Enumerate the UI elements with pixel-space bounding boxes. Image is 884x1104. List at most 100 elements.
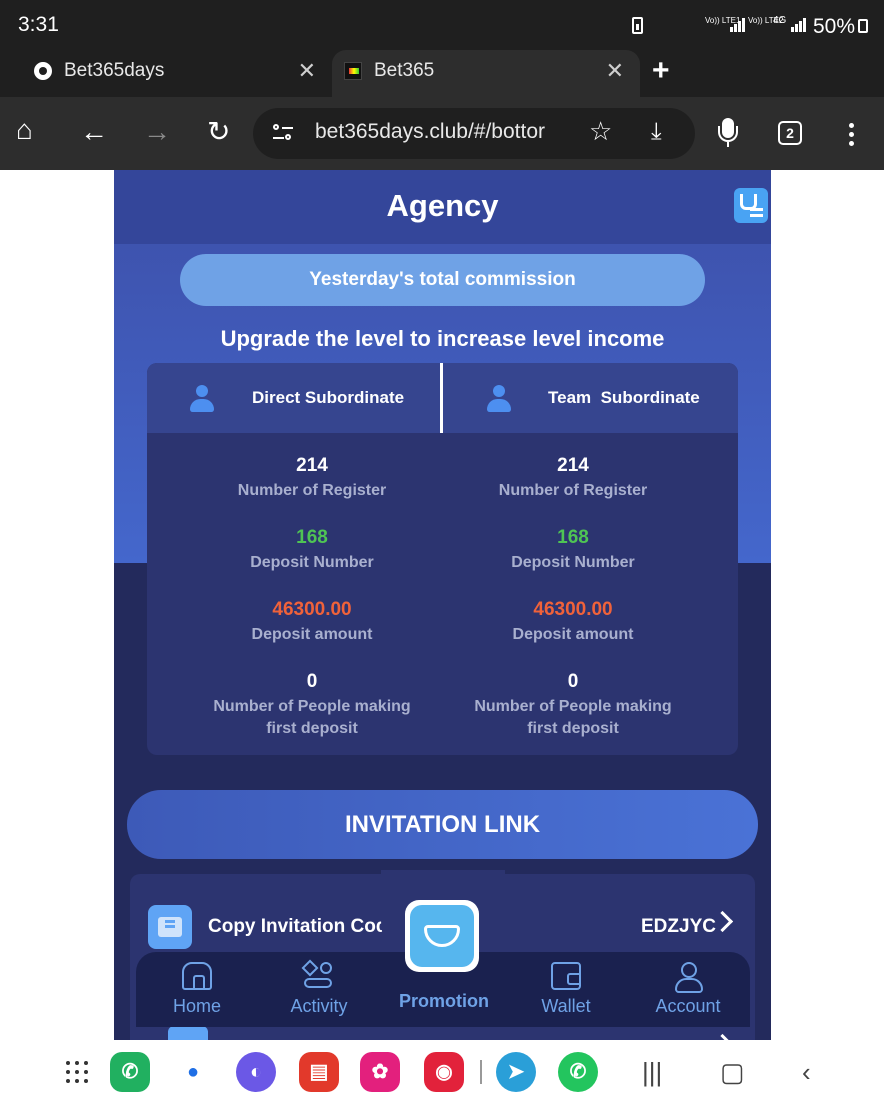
first-deposit-label: Number of People making first deposit [474, 698, 672, 737]
deposit-amount-value: 46300.00 [533, 599, 613, 620]
deposit-amount-label: Deposit amount [512, 626, 634, 643]
back-button[interactable]: ← [80, 117, 108, 147]
messages-app-icon[interactable]: ● [173, 1052, 213, 1092]
notes-app-icon[interactable]: ▤ [299, 1052, 339, 1092]
agency-page: Agency Yesterday's total commission Upgr… [114, 170, 771, 1040]
register-label: Number of Register [237, 482, 387, 499]
app-drawer-icon[interactable] [66, 1061, 88, 1083]
bookmark-star-icon[interactable]: ☆ [589, 116, 612, 147]
signal-icon [791, 18, 807, 32]
status-bar: 3:31 Vo)) LTE1 Vo)) LTE2 4G 50% [0, 0, 884, 50]
stat-first-deposit: 0 Number of People making first deposit [166, 671, 458, 743]
activity-icon [301, 959, 334, 990]
new-tab-button[interactable]: + [652, 54, 670, 88]
home-nav-button[interactable]: ▢ [720, 1058, 745, 1086]
rules-icon[interactable] [734, 188, 768, 223]
site-settings-icon[interactable] [273, 124, 293, 142]
deposit-number-label: Deposit Number [250, 554, 374, 571]
page-title: Agency [386, 188, 499, 223]
register-count: 214 [557, 455, 589, 476]
forward-button[interactable]: → [143, 117, 171, 147]
stat-deposit-number: 168 Deposit Number [166, 527, 458, 599]
status-time: 3:31 [18, 13, 59, 36]
stat-register: 214 Number of Register [166, 455, 458, 527]
menu-icon[interactable] [849, 123, 854, 150]
team-stats-column: 214 Number of Register 168 Deposit Numbe… [427, 455, 719, 743]
network-type-label: 4G [773, 15, 787, 26]
first-deposit-value: 0 [306, 671, 318, 692]
stat-deposit-number: 168 Deposit Number [427, 527, 719, 599]
globe-icon [34, 62, 52, 80]
stat-first-deposit: 0 Number of People making first deposit [427, 671, 719, 743]
subordinate-data-icon [168, 1026, 208, 1040]
battery-saver-icon [632, 17, 643, 34]
web-content: Agency Yesterday's total commission Upgr… [0, 170, 884, 1040]
first-deposit-label: Number of People making first deposit [213, 698, 411, 737]
tab-title: Bet365days [64, 60, 165, 81]
home-button[interactable]: ⌂ [16, 115, 33, 145]
stat-deposit-amount: 46300.00 Deposit amount [427, 599, 719, 671]
url-text[interactable]: bet365days.club/#/bottor [315, 120, 565, 144]
download-icon[interactable]: ⤓ [651, 118, 662, 146]
register-label: Number of Register [498, 482, 648, 499]
tab-switcher-button[interactable]: 2 [778, 121, 802, 145]
close-icon[interactable]: ✕ [298, 58, 316, 84]
back-nav-button[interactable]: ‹ [802, 1058, 811, 1086]
camera-app-icon[interactable]: ◉ [424, 1052, 464, 1092]
nav-label: Activity [290, 996, 348, 1016]
recents-button[interactable]: ||| [642, 1058, 662, 1086]
gallery-app-icon[interactable]: ✿ [360, 1052, 400, 1092]
invitation-code-value[interactable]: EDZJYC [641, 916, 716, 938]
nav-label: Promotion [399, 991, 489, 1011]
nav-label: Wallet [541, 996, 591, 1016]
page-header: Agency [114, 170, 771, 244]
tab-bet365days[interactable]: Bet365days ✕ [22, 50, 332, 97]
invitation-link-button[interactable]: INVITATION LINK [127, 790, 758, 859]
tab-strip: Bet365days ✕ Bet365 ✕ + [0, 50, 884, 97]
stat-deposit-amount: 46300.00 Deposit amount [166, 599, 458, 671]
tab-bet365[interactable]: Bet365 ✕ [332, 50, 640, 97]
whatsapp-app-icon[interactable]: ✆ [558, 1052, 598, 1092]
team-subordinate-title: Team Subordinate [548, 388, 700, 407]
stats-header: Direct Subordinate Team Subordinate [147, 363, 738, 433]
deposit-amount-label: Deposit amount [251, 626, 373, 643]
direct-stats-column: 214 Number of Register 168 Deposit Numbe… [166, 455, 458, 743]
battery-icon [858, 19, 868, 33]
promotion-diamond-button[interactable] [405, 900, 479, 972]
nav-activity[interactable]: Activity [258, 952, 380, 1027]
reload-button[interactable]: ↻ [207, 117, 230, 147]
copy-invitation-code-label[interactable]: Copy Invitation Code [208, 916, 398, 938]
home-icon [182, 962, 212, 990]
first-deposit-value: 0 [567, 671, 579, 692]
deposit-number-value: 168 [557, 527, 589, 548]
phone-app-icon[interactable]: ✆ [110, 1052, 150, 1092]
battery-percent: 50% [813, 15, 856, 38]
register-count: 214 [296, 455, 328, 476]
nav-home[interactable]: Home [136, 952, 258, 1027]
team-icon [485, 385, 513, 413]
internet-app-icon[interactable]: ◐ [236, 1052, 276, 1092]
account-icon [673, 962, 703, 993]
tab-title: Bet365 [374, 60, 435, 81]
subordinate-stats-card: Direct Subordinate Team Subordinate 214 … [147, 363, 738, 755]
copy-code-icon [148, 905, 192, 949]
deposit-number-label: Deposit Number [511, 554, 635, 571]
divider [440, 363, 443, 433]
nav-account[interactable]: Account [627, 952, 749, 1027]
yesterday-commission-button[interactable]: Yesterday's total commission [180, 254, 705, 306]
stat-register: 214 Number of Register [427, 455, 719, 527]
diamond-icon [424, 925, 460, 947]
telegram-app-icon[interactable]: ➤ [496, 1052, 536, 1092]
upgrade-heading: Upgrade the level to increase level inco… [220, 326, 665, 351]
close-icon[interactable]: ✕ [606, 58, 624, 84]
deposit-number-value: 168 [296, 527, 328, 548]
favicon-icon [344, 62, 362, 80]
address-bar[interactable]: bet365days.club/#/bottor ☆ ⤓ [253, 108, 695, 159]
wallet-icon [551, 962, 581, 990]
deposit-amount-value: 46300.00 [272, 599, 352, 620]
taskbar: ✆ ● ◐ ▤ ✿ ◉ ➤ ✆ ||| ▢ ‹ [0, 1040, 884, 1104]
nav-label: Account [655, 996, 721, 1016]
nav-label: Home [172, 996, 221, 1016]
nav-wallet[interactable]: Wallet [505, 952, 627, 1027]
person-icon [188, 385, 216, 413]
